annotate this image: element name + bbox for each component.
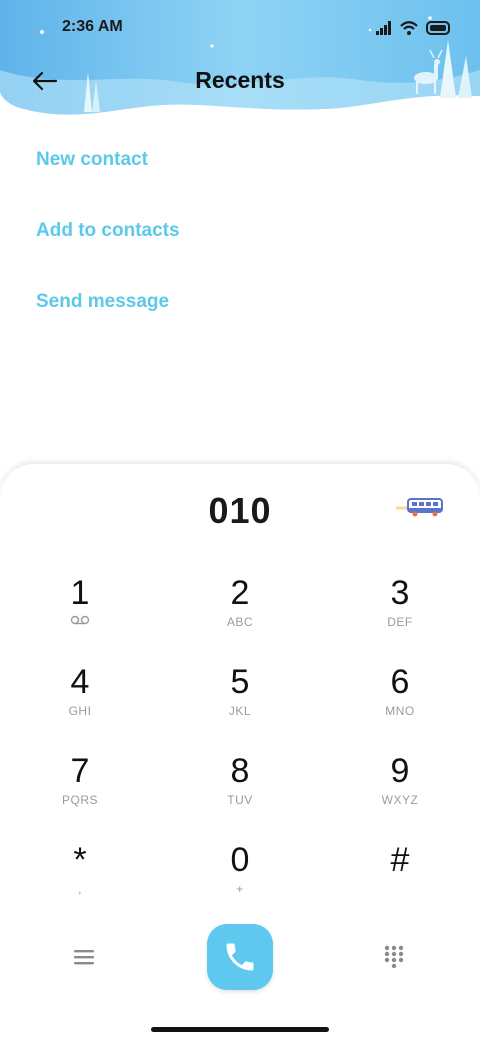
key-letters: ,	[78, 882, 82, 896]
wifi-icon	[400, 21, 418, 35]
phone-icon	[226, 943, 254, 971]
key-digit: #	[390, 841, 410, 879]
battery-icon	[426, 21, 450, 35]
key-2[interactable]: 2 ABC	[180, 572, 300, 652]
key-digit: 1	[70, 574, 90, 612]
key-letters: ABC	[226, 615, 254, 629]
signal-icon	[376, 21, 391, 35]
bus-icon	[396, 498, 443, 517]
key-1[interactable]: 1	[20, 572, 140, 652]
key-digit: 3	[390, 574, 410, 612]
new-contact-link[interactable]: New contact	[36, 146, 180, 217]
status-bar: 2:36 AM	[0, 0, 480, 56]
dialer-sheet: 010 1 2 ABC 3 DEF 4 GHI 5 JKL 6 MNO 7 PQ…	[0, 463, 480, 1040]
key-letters: WXYZ	[381, 793, 419, 807]
dialer-bottom-row	[0, 922, 480, 992]
key-digit: 6	[390, 663, 410, 701]
key-letters: TUV	[227, 793, 253, 807]
action-list: New contact Add to contacts Send message	[36, 146, 180, 359]
key-3[interactable]: 3 DEF	[340, 572, 460, 652]
key-letters: +	[236, 882, 244, 896]
key-digit: 9	[390, 752, 410, 790]
key-5[interactable]: 5 JKL	[180, 661, 300, 741]
key-letters: GHI	[68, 704, 92, 718]
key-hash[interactable]: #	[340, 839, 460, 919]
page-title: Recents	[195, 67, 285, 93]
key-letters: MNO	[385, 704, 415, 718]
key-7[interactable]: 7 PQRS	[20, 750, 140, 830]
home-indicator[interactable]	[151, 1027, 329, 1032]
key-digit: 4	[70, 663, 90, 701]
key-digit: *	[73, 841, 87, 879]
menu-icon	[74, 950, 94, 965]
menu-button[interactable]	[66, 942, 102, 972]
keypad-icon	[384, 945, 404, 969]
send-message-link[interactable]: Send message	[36, 288, 180, 359]
key-8[interactable]: 8 TUV	[180, 750, 300, 830]
key-0[interactable]: 0 +	[180, 839, 300, 919]
status-icons	[376, 18, 452, 38]
key-letters: PQRS	[61, 793, 98, 807]
key-digit: 7	[70, 752, 90, 790]
key-9[interactable]: 9 WXYZ	[340, 750, 460, 830]
key-digit: 5	[230, 663, 250, 701]
key-digit: 0	[230, 841, 250, 879]
key-digit: 8	[230, 752, 250, 790]
key-4[interactable]: 4 GHI	[20, 661, 140, 741]
call-button[interactable]	[207, 924, 273, 990]
key-star[interactable]: * ,	[20, 839, 140, 919]
status-time: 2:36 AM	[62, 18, 123, 35]
key-6[interactable]: 6 MNO	[340, 661, 460, 741]
add-to-contacts-link[interactable]: Add to contacts	[36, 217, 180, 288]
voicemail-icon	[70, 615, 90, 625]
keypad-toggle-button[interactable]	[376, 940, 412, 974]
key-digit: 2	[230, 574, 250, 612]
key-letters: DEF	[387, 615, 413, 629]
key-letters: JKL	[228, 704, 252, 718]
